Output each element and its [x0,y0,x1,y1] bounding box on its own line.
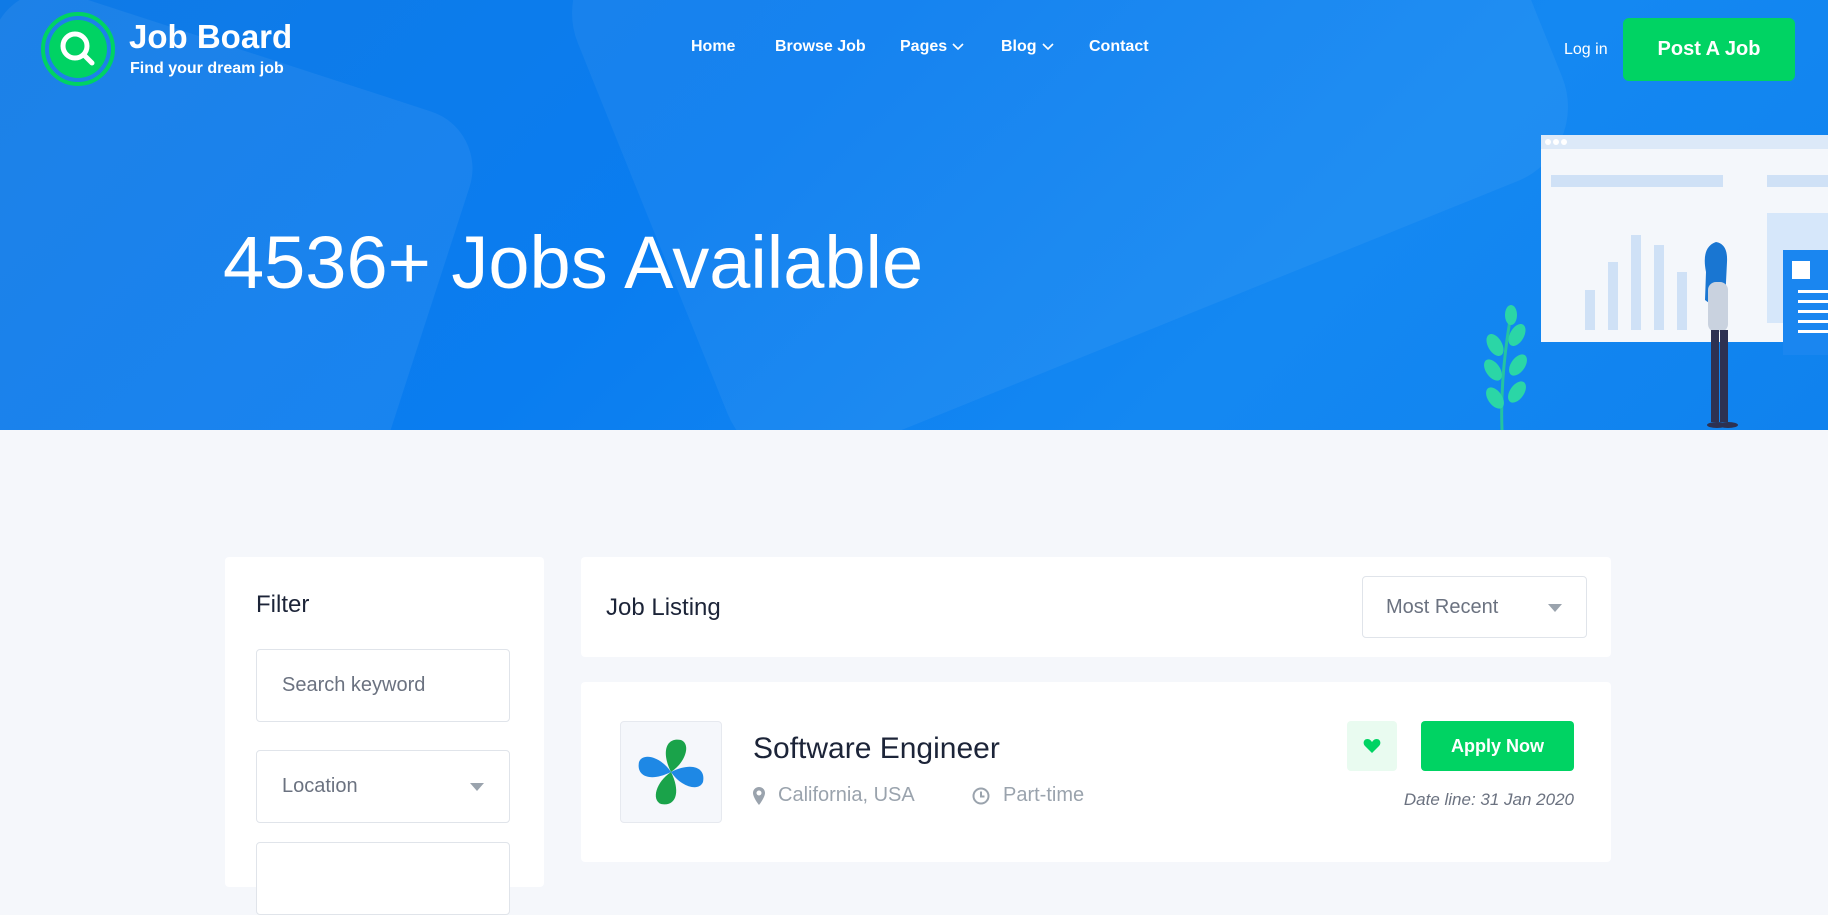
chevron-down-icon [952,38,964,56]
filter-title: Filter [256,591,310,618]
search-keyword-input[interactable]: Search keyword [256,649,510,722]
hero-illustration [1455,130,1828,430]
nav-label: Blog [1001,38,1037,56]
login-link[interactable]: Log in [1564,41,1608,59]
clock-icon [972,787,990,804]
nav-label: Contact [1089,38,1149,55]
nav-item-home[interactable]: Home [691,38,735,56]
nav-item-blog[interactable]: Blog [1001,38,1054,56]
caret-down-icon [470,783,484,791]
job-deadline: Date line: 31 Jan 2020 [1403,790,1574,809]
apply-now-button[interactable]: Apply Now [1421,721,1574,771]
job-card[interactable]: Software Engineer California, USA Part-t… [581,682,1611,862]
favorite-button[interactable] [1347,721,1397,771]
filter-field[interactable] [256,842,510,915]
nav-item-contact[interactable]: Contact [1089,38,1149,56]
job-title[interactable]: Software Engineer [753,732,1000,766]
hero-banner: Job Board Find your dream job Home Brows… [0,0,1828,430]
sort-select[interactable]: Most Recent [1362,576,1587,638]
map-pin-icon [753,786,765,805]
chevron-down-icon [1041,38,1054,56]
post-job-button[interactable]: Post A Job [1623,18,1795,81]
location-select-value: Location [282,775,358,797]
nav-label: Browse Job [775,38,866,55]
brand-tagline: Find your dream job [130,60,284,77]
hero-decor-shape [547,0,1593,430]
company-logo[interactable] [620,721,722,823]
nav-label: Pages [900,38,948,56]
job-type-text: Part-time [1003,784,1085,806]
page-title: 4536+ Jobs Available [223,221,924,304]
sort-select-value: Most Recent [1386,595,1499,618]
caret-down-icon [1548,604,1562,612]
brand-logo-icon[interactable] [40,11,116,87]
nav-label: Home [691,38,736,55]
job-location-text: California, USA [778,784,915,806]
location-select[interactable]: Location [256,750,510,823]
search-keyword-placeholder: Search keyword [282,674,426,696]
job-listing-title: Job Listing [606,594,721,621]
job-location: California, USA [753,784,915,807]
heart-icon [1363,739,1381,753]
nav-item-pages[interactable]: Pages [900,38,964,56]
nav-item-browse-job[interactable]: Browse Job [775,38,866,56]
job-type: Part-time [972,784,1084,807]
brand-title[interactable]: Job Board [129,18,292,56]
filter-panel: Filter Search keyword Location [225,557,544,915]
job-listing-header: Job Listing Most Recent [581,557,1611,657]
